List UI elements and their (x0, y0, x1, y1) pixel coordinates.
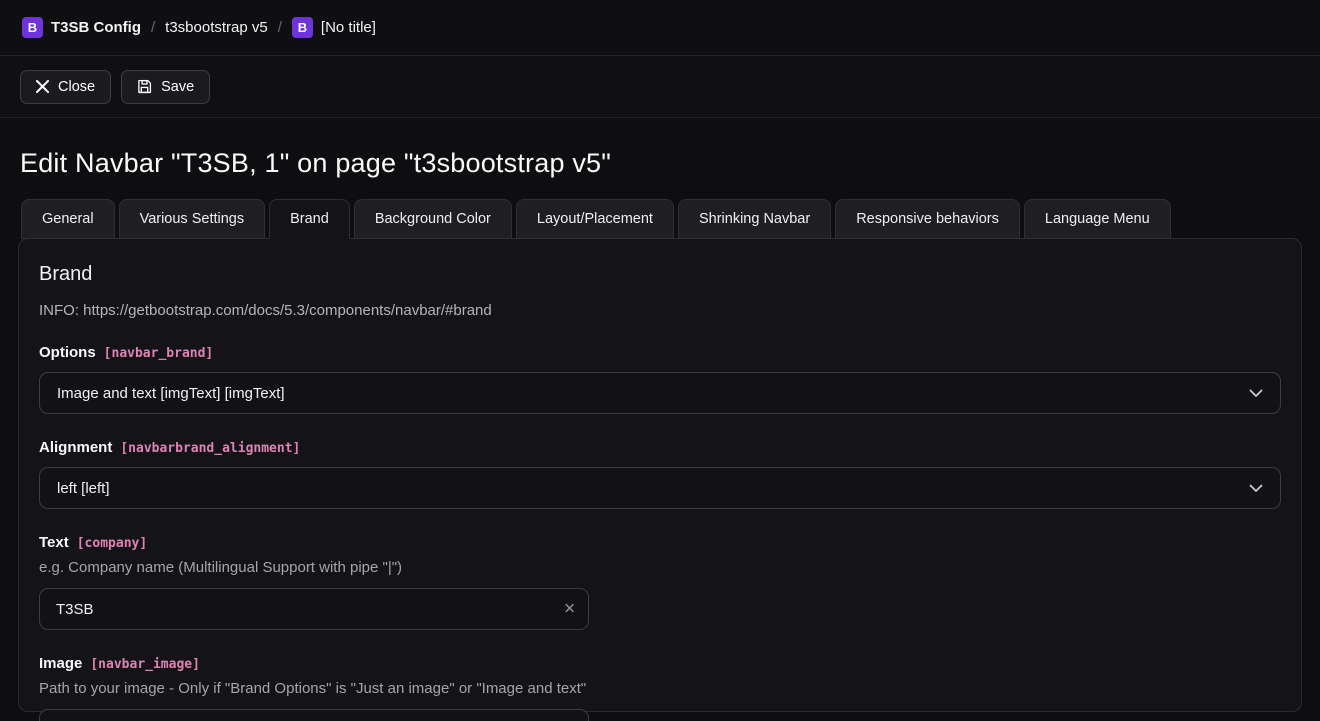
page-title: Edit Navbar "T3SB, 1" on page "t3sbootst… (20, 148, 1300, 179)
breadcrumb-label: T3SB Config (51, 19, 141, 36)
field-label-text: Text [company] (39, 534, 1281, 551)
alignment-select-value: left [left] (57, 480, 110, 497)
image-code-tag: [navbar_image] (90, 657, 200, 672)
save-icon (137, 79, 152, 94)
image-path-input[interactable] (39, 709, 589, 721)
alignment-select[interactable]: left [left] (39, 467, 1281, 509)
company-text-input[interactable] (39, 588, 589, 630)
image-label: Image (39, 655, 82, 672)
image-input-wrap (39, 709, 589, 721)
tab-bar: General Various Settings Brand Backgroun… (21, 199, 1302, 239)
alignment-code-tag: [navbarbrand_alignment] (120, 441, 300, 456)
options-label: Options (39, 344, 96, 361)
save-button-label: Save (161, 79, 194, 95)
close-button[interactable]: Close (20, 70, 111, 104)
options-select[interactable]: Image and text [imgText] [imgText] (39, 372, 1281, 414)
text-label: Text (39, 534, 69, 551)
tab-general[interactable]: General (21, 199, 115, 239)
breadcrumb-item-record[interactable]: B [No title] (292, 17, 376, 38)
close-button-label: Close (58, 79, 95, 95)
doc-toolbar: Close Save (0, 56, 1320, 118)
save-button[interactable]: Save (121, 70, 210, 104)
main-content: Edit Navbar "T3SB, 1" on page "t3sbootst… (0, 118, 1320, 712)
chevron-down-icon (1249, 484, 1263, 493)
text-field-description: e.g. Company name (Multilingual Support … (39, 559, 1281, 576)
breadcrumb-label: [No title] (321, 19, 376, 36)
chevron-down-icon (1249, 389, 1263, 398)
options-code-tag: [navbar_brand] (104, 346, 214, 361)
breadcrumb-separator: / (151, 19, 155, 36)
image-field-description: Path to your image - Only if "Brand Opti… (39, 680, 1281, 697)
field-label-options: Options [navbar_brand] (39, 344, 1281, 361)
field-label-image: Image [navbar_image] (39, 655, 1281, 672)
tab-responsive-behaviors[interactable]: Responsive behaviors (835, 199, 1020, 239)
alignment-label: Alignment (39, 439, 112, 456)
tab-shrinking-navbar[interactable]: Shrinking Navbar (678, 199, 831, 239)
close-icon (36, 80, 49, 93)
bootstrap-badge-icon: B (292, 17, 313, 38)
text-code-tag: [company] (77, 536, 147, 551)
field-label-alignment: Alignment [navbarbrand_alignment] (39, 439, 1281, 456)
tab-brand[interactable]: Brand (269, 199, 350, 239)
panel-heading: Brand (39, 263, 1281, 286)
breadcrumb-separator: / (278, 19, 282, 36)
tab-layout-placement[interactable]: Layout/Placement (516, 199, 674, 239)
breadcrumb-item-page[interactable]: t3sbootstrap v5 (165, 19, 268, 36)
breadcrumb-item-module[interactable]: B T3SB Config (22, 17, 141, 38)
clear-input-icon[interactable]: ✕ (563, 602, 576, 617)
bootstrap-badge-icon: B (22, 17, 43, 38)
breadcrumb: B T3SB Config / t3sbootstrap v5 / B [No … (0, 0, 1320, 56)
tab-language-menu[interactable]: Language Menu (1024, 199, 1171, 239)
info-link-text: INFO: https://getbootstrap.com/docs/5.3/… (39, 302, 1281, 319)
breadcrumb-label: t3sbootstrap v5 (165, 19, 268, 36)
tab-panel-brand: Brand INFO: https://getbootstrap.com/doc… (18, 238, 1302, 712)
text-input-wrap: ✕ (39, 588, 589, 630)
tab-background-color[interactable]: Background Color (354, 199, 512, 239)
options-select-value: Image and text [imgText] [imgText] (57, 385, 285, 402)
tab-various-settings[interactable]: Various Settings (119, 199, 266, 239)
